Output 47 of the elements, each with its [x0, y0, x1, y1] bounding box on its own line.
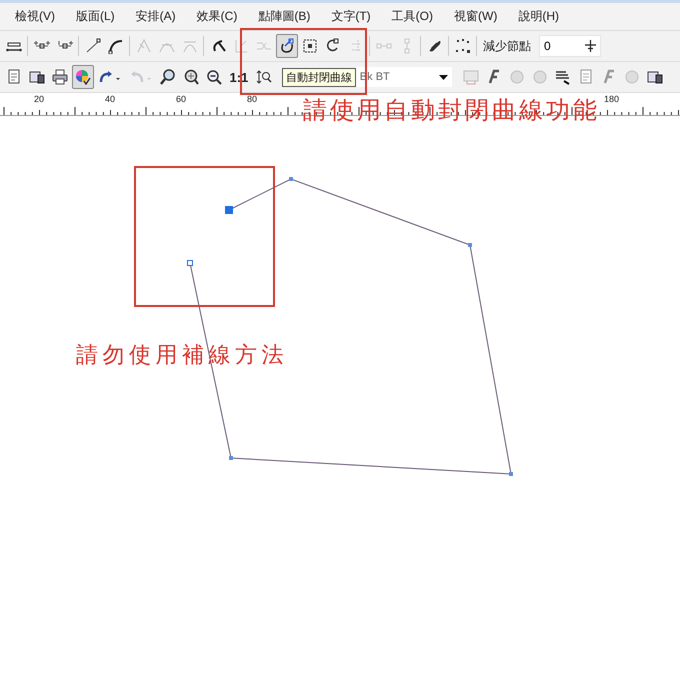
spinner-arrows-icon[interactable]	[585, 40, 596, 52]
menu-item[interactable]: 點陣圖(B)	[249, 8, 320, 25]
menu-item[interactable]: 效果(C)	[188, 8, 246, 25]
ruler-number: 40	[105, 94, 116, 106]
undo-arrow-icon	[98, 69, 122, 85]
menu-item[interactable]: 文字(T)	[322, 8, 380, 25]
tooltip: 自動封閉曲線	[282, 68, 356, 86]
export-icon	[28, 69, 44, 85]
menu-item[interactable]: 檢視(V)	[6, 8, 64, 25]
dropdown-caret-icon[interactable]	[438, 74, 448, 80]
curve-icon	[108, 38, 124, 54]
ruler-number: 60	[176, 94, 188, 106]
redo-arrow-icon	[128, 69, 152, 85]
page-icon	[578, 69, 594, 85]
menu-item[interactable]: 工具(O)	[382, 8, 442, 25]
page-icon	[6, 69, 22, 85]
circle-icon	[624, 69, 640, 85]
export-icon	[647, 69, 664, 85]
zoom-out-icon	[206, 69, 222, 85]
magnifier-icon	[160, 69, 176, 85]
printer-icon	[52, 69, 68, 85]
toolbar-button[interactable]	[276, 34, 298, 58]
circle-icon	[532, 69, 548, 85]
menu-item[interactable]: 視窗(W)	[445, 8, 506, 25]
color-wheel-icon	[74, 69, 90, 85]
menu-item[interactable]: 版面(L)	[67, 8, 124, 25]
select-nodes-icon	[454, 38, 470, 54]
bitmap-icon	[463, 69, 480, 85]
circle-icon	[509, 69, 526, 85]
line-icon	[84, 38, 100, 54]
annotation-text: 請使用自動封閉曲線功能	[303, 96, 600, 126]
reduce-nodes-label: 減少節點	[483, 38, 531, 54]
closed-curve-icon	[278, 38, 294, 54]
magnifier-icon	[182, 69, 198, 85]
ruler-number: 80	[247, 94, 258, 106]
rotate-icon	[324, 38, 340, 54]
extract-icon	[232, 38, 248, 54]
cusp-icon	[136, 38, 152, 54]
elastic-icon	[426, 38, 442, 54]
stretch-icon	[302, 38, 318, 54]
zoom-height-icon	[256, 69, 272, 85]
reduce-nodes-field[interactable]: 0	[539, 35, 601, 57]
menu-item[interactable]: 安排(A)	[126, 8, 185, 25]
ruler-number: 20	[34, 94, 46, 106]
shadow-icon	[555, 69, 572, 85]
menu-item[interactable]: 說明(H)	[509, 8, 568, 25]
toolbar-button[interactable]	[72, 65, 94, 89]
